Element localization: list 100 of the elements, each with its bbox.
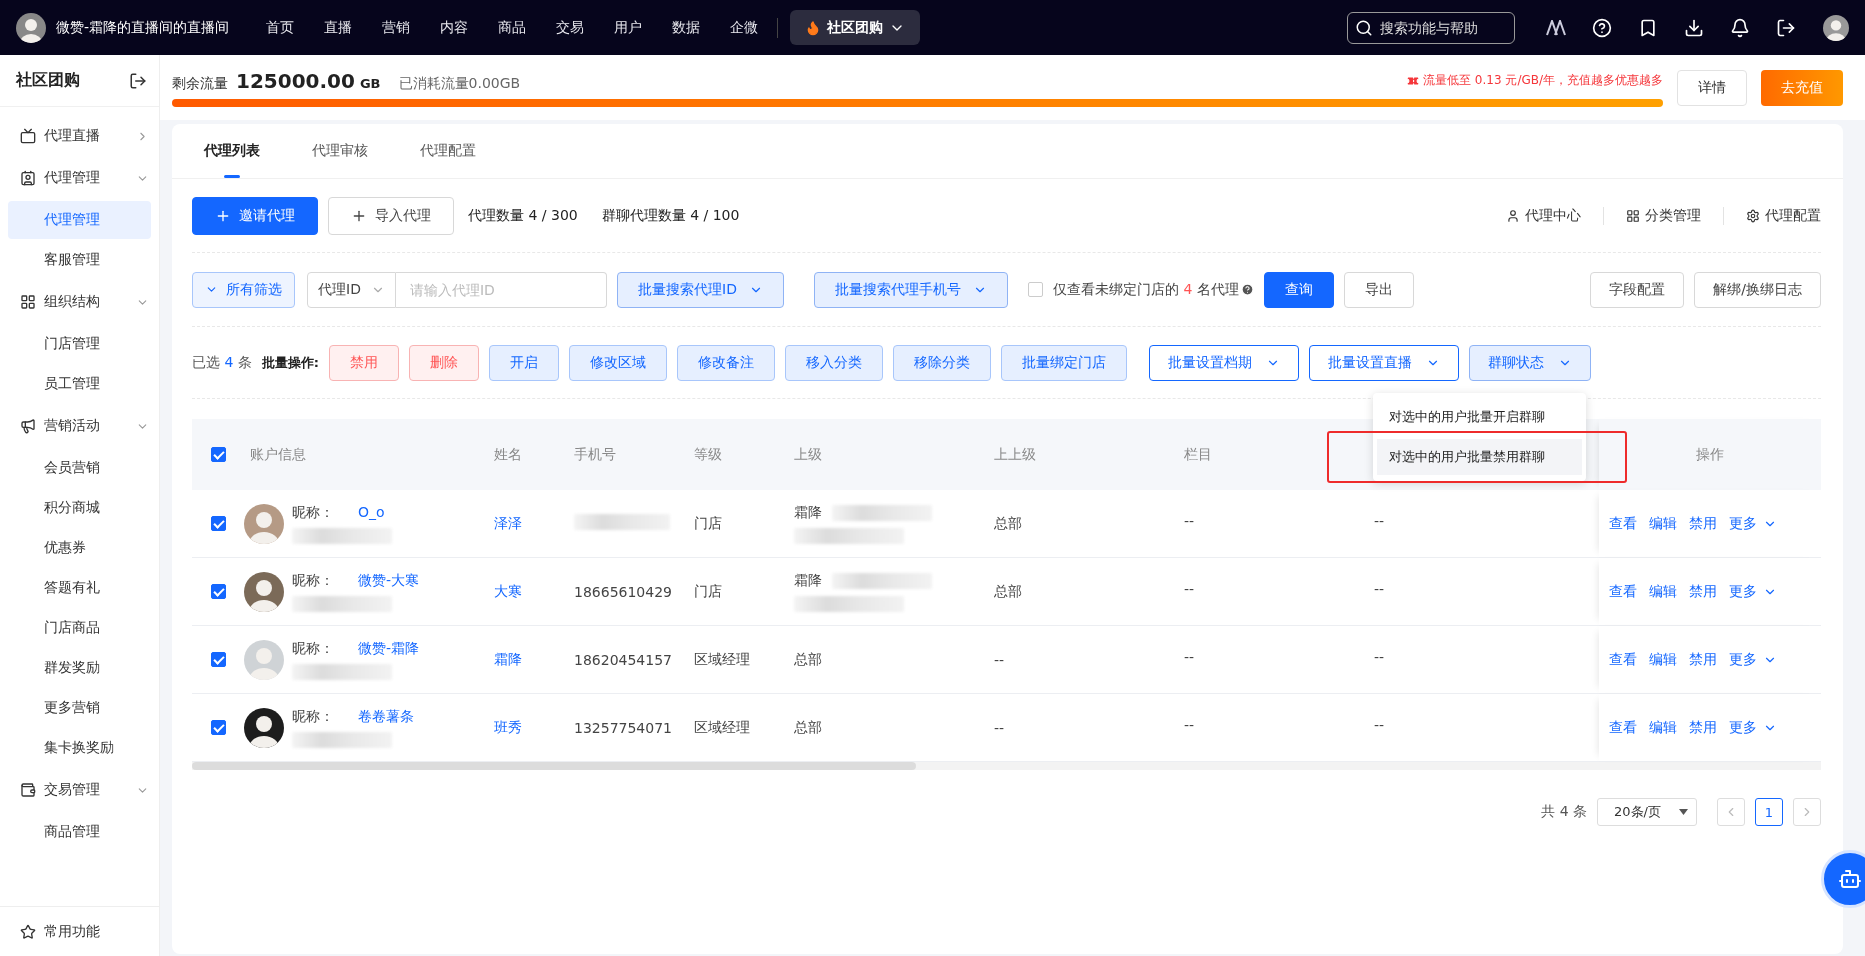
menu-item[interactable]: 对选中的用户批量禁用群聊 (1377, 438, 1583, 475)
sidebar-section[interactable]: 代理管理 (0, 157, 159, 199)
sidebar-footer-item[interactable]: 常用功能 (0, 906, 159, 956)
sidebar-item[interactable]: 会员营销 (8, 449, 151, 487)
bell-icon[interactable] (1730, 17, 1750, 38)
field-config-button[interactable]: 字段配置 (1590, 271, 1685, 308)
import-button[interactable]: 导入代理 (328, 196, 454, 235)
tab[interactable]: 代理列表 (204, 124, 260, 178)
sidebar-section[interactable]: 代理直播 (0, 115, 159, 157)
switch-icon[interactable] (129, 71, 147, 90)
nickname-label: 昵称： (292, 503, 334, 522)
log-button[interactable]: 解绑/换绑日志 (1694, 271, 1821, 308)
row-checkbox[interactable] (210, 584, 226, 599)
search-field[interactable]: 搜索功能与帮助 (1347, 11, 1515, 44)
invite-button[interactable]: 邀请代理 (192, 196, 318, 235)
name-link[interactable]: 大寒 (494, 582, 574, 601)
name-link[interactable]: 泽泽 (494, 514, 574, 533)
nav-item[interactable]: 营销 (367, 10, 426, 45)
sidebar-item[interactable]: 门店管理 (8, 325, 151, 363)
nav-item[interactable]: 用户 (599, 10, 658, 45)
name-link[interactable]: 班秀 (494, 718, 574, 737)
batch-button[interactable]: 移入分类 (785, 344, 884, 381)
all-filters-button[interactable]: 所有筛选 (192, 271, 295, 308)
batch-button[interactable]: 批量绑定门店 (1001, 344, 1128, 381)
sidebar-item[interactable]: 优惠券 (8, 529, 151, 567)
action-link[interactable]: 更多 (1729, 718, 1777, 737)
batch-search-dropdown[interactable]: 批量搜索代理ID (617, 271, 784, 308)
action-link[interactable]: 禁用 (1689, 718, 1717, 737)
nav-item[interactable]: 商品 (483, 10, 542, 45)
sidebar-item[interactable]: 门店商品 (8, 609, 151, 647)
action-link[interactable]: 编辑 (1649, 582, 1677, 601)
batch-dropdown-button[interactable]: 批量设置档期 (1149, 344, 1300, 381)
ai-icon[interactable] (1546, 19, 1566, 36)
sidebar-item[interactable]: 群发奖励 (8, 649, 151, 687)
nickname-link[interactable]: O_o (358, 503, 385, 522)
sidebar-item[interactable]: 代理管理 (8, 201, 151, 239)
scrollbar-thumb[interactable] (192, 762, 916, 770)
nickname-link[interactable]: 微赞-大寒 (358, 571, 420, 590)
nav-item[interactable]: 数据 (657, 10, 716, 45)
row-checkbox[interactable] (210, 720, 226, 735)
name-link[interactable]: 霜降 (494, 650, 574, 669)
action-link[interactable]: 查看 (1609, 582, 1637, 601)
sidebar-item[interactable]: 商品管理 (8, 813, 151, 851)
help-icon[interactable] (1592, 17, 1612, 38)
sidebar-section[interactable]: 交易管理 (0, 769, 159, 811)
nav-item[interactable]: 直播 (309, 10, 368, 45)
row-checkbox[interactable] (210, 652, 226, 667)
sidebar-item[interactable]: 更多营销 (8, 689, 151, 727)
action-link[interactable]: 编辑 (1649, 718, 1677, 737)
batch-button[interactable]: 移除分类 (893, 344, 992, 381)
action-link[interactable]: 更多 (1729, 514, 1777, 533)
batch-search-dropdown[interactable]: 批量搜索代理手机号 (813, 271, 1008, 308)
row-checkbox[interactable] (210, 516, 226, 531)
action-link[interactable]: 更多 (1729, 582, 1777, 601)
toolbar-link[interactable]: 分类管理 (1626, 206, 1701, 225)
action-link[interactable]: 编辑 (1649, 650, 1677, 669)
tab[interactable]: 代理配置 (420, 124, 476, 178)
sidebar-item[interactable]: 员工管理 (8, 365, 151, 403)
sidebar-item[interactable]: 积分商城 (8, 489, 151, 527)
batch-dropdown-button[interactable]: 批量设置直播 (1309, 344, 1460, 381)
nav-item[interactable]: 首页 (251, 10, 310, 45)
nav-item[interactable]: 企微 (715, 10, 774, 45)
batch-dropdown-button[interactable]: 群聊状态 (1469, 344, 1592, 381)
sidebar-item[interactable]: 答题有礼 (8, 569, 151, 607)
select-all-checkbox[interactable] (210, 447, 226, 462)
nav-item[interactable]: 内容 (425, 10, 484, 45)
toolbar-link[interactable]: 代理中心 (1506, 206, 1581, 225)
page-size-select[interactable]: 20条/页 (1597, 798, 1697, 826)
logout-icon[interactable] (1776, 17, 1796, 38)
export-button[interactable]: 导出 (1343, 271, 1414, 308)
field-select[interactable]: 代理ID (307, 271, 396, 308)
toolbar-link[interactable]: 代理配置 (1746, 206, 1821, 225)
action-link[interactable]: 编辑 (1649, 514, 1677, 533)
page-button[interactable]: 1 (1755, 798, 1783, 826)
bookmark-icon[interactable] (1638, 17, 1658, 38)
nickname-link[interactable]: 卷卷薯条 (358, 707, 414, 726)
query-button[interactable]: 查询 (1263, 271, 1334, 308)
action-link[interactable]: 禁用 (1689, 650, 1717, 669)
sidebar-section[interactable]: 营销活动 (0, 405, 159, 447)
nav-item[interactable]: 交易 (541, 10, 600, 45)
action-link[interactable]: 查看 (1609, 718, 1637, 737)
action-link[interactable]: 更多 (1729, 650, 1777, 669)
unbound-checkbox[interactable] (1027, 282, 1043, 297)
download-icon[interactable] (1684, 17, 1704, 38)
sidebar-section[interactable]: 组织结构 (0, 281, 159, 323)
menu-item[interactable]: 对选中的用户批量开启群聊 (1377, 398, 1583, 435)
nickname-link[interactable]: 微赞-霜降 (358, 639, 420, 658)
batch-button[interactable]: 开启 (489, 344, 560, 381)
nav-item[interactable]: 社区团购 (790, 10, 921, 45)
action-link[interactable]: 查看 (1609, 514, 1637, 533)
action-link[interactable]: 禁用 (1689, 514, 1717, 533)
id-input[interactable]: 请输入代理ID (395, 271, 607, 308)
sidebar-item[interactable]: 客服管理 (8, 241, 151, 279)
details-button[interactable]: 详情 (1677, 69, 1747, 106)
sidebar-item[interactable]: 集卡换奖励 (8, 729, 151, 767)
action-link[interactable]: 查看 (1609, 650, 1637, 669)
tab[interactable]: 代理审核 (312, 124, 368, 178)
batch-button[interactable]: 修改备注 (677, 344, 776, 381)
action-link[interactable]: 禁用 (1689, 582, 1717, 601)
batch-button[interactable]: 修改区域 (569, 344, 668, 381)
